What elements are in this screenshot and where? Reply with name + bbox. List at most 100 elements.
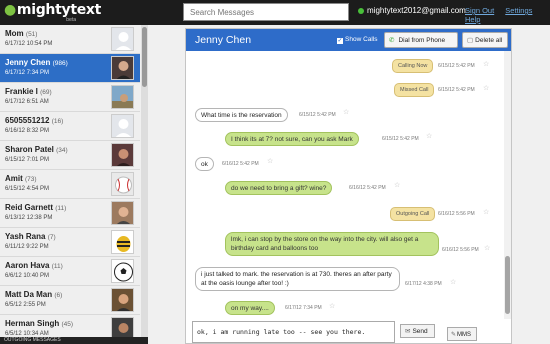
star-icon[interactable]: ☆ [394, 181, 400, 189]
checkbox-checked-icon[interactable]: ✓ [337, 38, 343, 44]
contact-item[interactable]: Matt Da Man (6) 6/5/12 2:55 PM [0, 286, 140, 315]
contact-name: 6505551212 [5, 116, 50, 125]
mightytext-logo[interactable]: ●mightytext beta [4, 2, 102, 23]
outgoing-message: I think its at 7? not sure, can you ask … [225, 132, 359, 146]
contact-item[interactable]: Frankie I (69) 6/17/12 6:51 AM [0, 83, 140, 112]
contact-name: Jenny Chen [5, 58, 51, 67]
show-calls-toggle[interactable]: ✓ Show Calls [337, 36, 378, 44]
avatar [111, 230, 134, 254]
star-icon[interactable]: ☆ [484, 244, 490, 252]
message-count: (11) [55, 205, 67, 212]
sign-out-link[interactable]: Sign Out [465, 6, 494, 15]
star-icon[interactable]: ☆ [267, 157, 273, 165]
contact-item[interactable]: Mom (51) 6/17/12 10:54 PM [0, 25, 140, 54]
contact-item[interactable]: Aaron Hava (11) 6/6/12 10:40 PM [0, 257, 140, 286]
contact-date: 6/17/12 6:51 AM [5, 99, 49, 105]
help-link[interactable]: Help [465, 15, 480, 24]
star-icon[interactable]: ☆ [450, 278, 456, 286]
message-timestamp: 6/17/12 7:34 PM [285, 305, 322, 311]
message-count: (16) [51, 118, 64, 125]
incoming-message: What time is the reservation [195, 108, 288, 122]
message-timestamp: 6/16/12 5:42 PM [349, 185, 386, 191]
send-button[interactable]: ✉ Send [400, 324, 435, 338]
message-count: (986) [52, 60, 68, 67]
soccer-ball-icon [112, 260, 133, 282]
message-count: (45) [61, 321, 74, 328]
default-avatar-icon [112, 115, 133, 137]
call-log-entry: Calling Now [392, 59, 434, 73]
message-timestamp: 6/16/12 5:56 PM [438, 211, 475, 217]
outgoing-messages-header[interactable]: OUTGOING MESSAGES [0, 337, 148, 344]
contact-item[interactable]: Sharon Patel (34) 6/15/12 7:01 PM [0, 141, 140, 170]
message-count: (73) [25, 176, 37, 183]
star-icon[interactable]: ☆ [426, 132, 432, 140]
compose-message-input[interactable] [192, 321, 395, 343]
contact-item[interactable]: Reid Garnett (11) 6/13/12 12:38 PM [0, 199, 140, 228]
conversation-panel: Jenny Chen ✓ Show Calls ✆ Dial from Phone … [185, 28, 512, 344]
outgoing-message: on my way.... [225, 301, 275, 315]
avatar [111, 143, 134, 167]
photo-avatar-icon [112, 86, 133, 108]
account-email: mightytext2012@gmail.com [367, 6, 466, 15]
contact-name: Matt Da Man [5, 290, 53, 299]
contact-date: 6/15/12 7:01 PM [5, 157, 50, 163]
message-timestamp: 6/17/12 4:38 PM [405, 281, 442, 287]
photo-avatar-icon [112, 289, 133, 311]
contact-name: Amit [5, 174, 23, 183]
conversation-header: Jenny Chen ✓ Show Calls ✆ Dial from Phone … [186, 29, 511, 51]
compose-area: ✉Send ✎MMS [192, 321, 550, 344]
conversation-scrollbar[interactable] [504, 51, 511, 319]
contact-name: Reid Garnett [5, 203, 54, 212]
logo-text: mightytext [16, 2, 102, 18]
message-timestamp: 6/15/12 5:42 PM [438, 87, 475, 93]
contact-name: Herman Singh [5, 319, 60, 328]
show-calls-label: Show Calls [345, 36, 378, 43]
star-icon[interactable]: ☆ [483, 208, 489, 216]
avatar [111, 27, 134, 51]
star-icon[interactable]: ☆ [343, 108, 349, 116]
photo-avatar-icon [112, 144, 133, 166]
scrollbar-thumb[interactable] [505, 256, 510, 314]
star-icon[interactable]: ☆ [329, 302, 335, 310]
message-count: (7) [47, 234, 56, 241]
star-icon[interactable]: ☆ [483, 60, 489, 68]
avatar [111, 85, 134, 109]
avatar [111, 201, 134, 225]
call-log-entry: Outgoing Call [390, 207, 436, 221]
message-timestamp: 6/16/12 5:56 PM [442, 247, 479, 253]
avatar [111, 114, 134, 138]
star-icon[interactable]: ☆ [483, 84, 489, 92]
message-count: (6) [54, 292, 63, 299]
message-count: (51) [25, 31, 38, 38]
chat-bubble-icon: ● [4, 2, 16, 18]
trash-icon: ▢ [467, 37, 474, 44]
incoming-message: ok [195, 157, 214, 171]
contact-item[interactable]: 6505551212 (16) 6/16/12 8:32 PM [0, 112, 140, 141]
contact-item-selected[interactable]: Jenny Chen (986) 6/17/12 7:34 PM [0, 54, 140, 83]
contact-list-scrollbar[interactable] [141, 25, 148, 344]
contact-item[interactable]: Yash Rana (7) 6/11/12 9:22 PM [0, 228, 140, 257]
attachment-icon: ✎ [451, 332, 457, 338]
scrollbar-thumb[interactable] [142, 27, 147, 87]
avatar [111, 288, 134, 312]
contact-date: 6/11/12 9:22 PM [5, 244, 49, 250]
default-avatar-icon [112, 28, 133, 50]
mms-button[interactable]: ✎MMS [447, 327, 477, 341]
dial-from-phone-button[interactable]: ✆ Dial from Phone [384, 32, 458, 48]
phone-icon: ✆ [389, 37, 395, 44]
message-count: (69) [40, 89, 52, 96]
contact-item[interactable]: Amit (73) 6/15/12 4:54 PM [0, 170, 140, 199]
yellow-jacket-icon [112, 231, 133, 253]
delete-label: Delete all [475, 37, 503, 44]
avatar [111, 172, 134, 196]
outgoing-message: do we need to bring a gift? wine? [225, 181, 333, 195]
search-input[interactable] [183, 3, 349, 21]
settings-link[interactable]: Settings [505, 6, 532, 15]
contact-date: 6/15/12 4:54 PM [5, 186, 50, 192]
contact-name: Aaron Hava [5, 261, 50, 270]
outgoing-message: lmk, i can stop by the store on the way … [225, 232, 439, 256]
message-timestamp: 6/16/12 5:42 PM [222, 161, 259, 167]
message-thread: Calling Now 6/15/12 5:42 PM ☆ Missed Cal… [186, 51, 504, 319]
delete-all-button[interactable]: ▢ Delete all [462, 32, 508, 48]
message-timestamp: 6/15/12 5:42 PM [299, 112, 336, 118]
